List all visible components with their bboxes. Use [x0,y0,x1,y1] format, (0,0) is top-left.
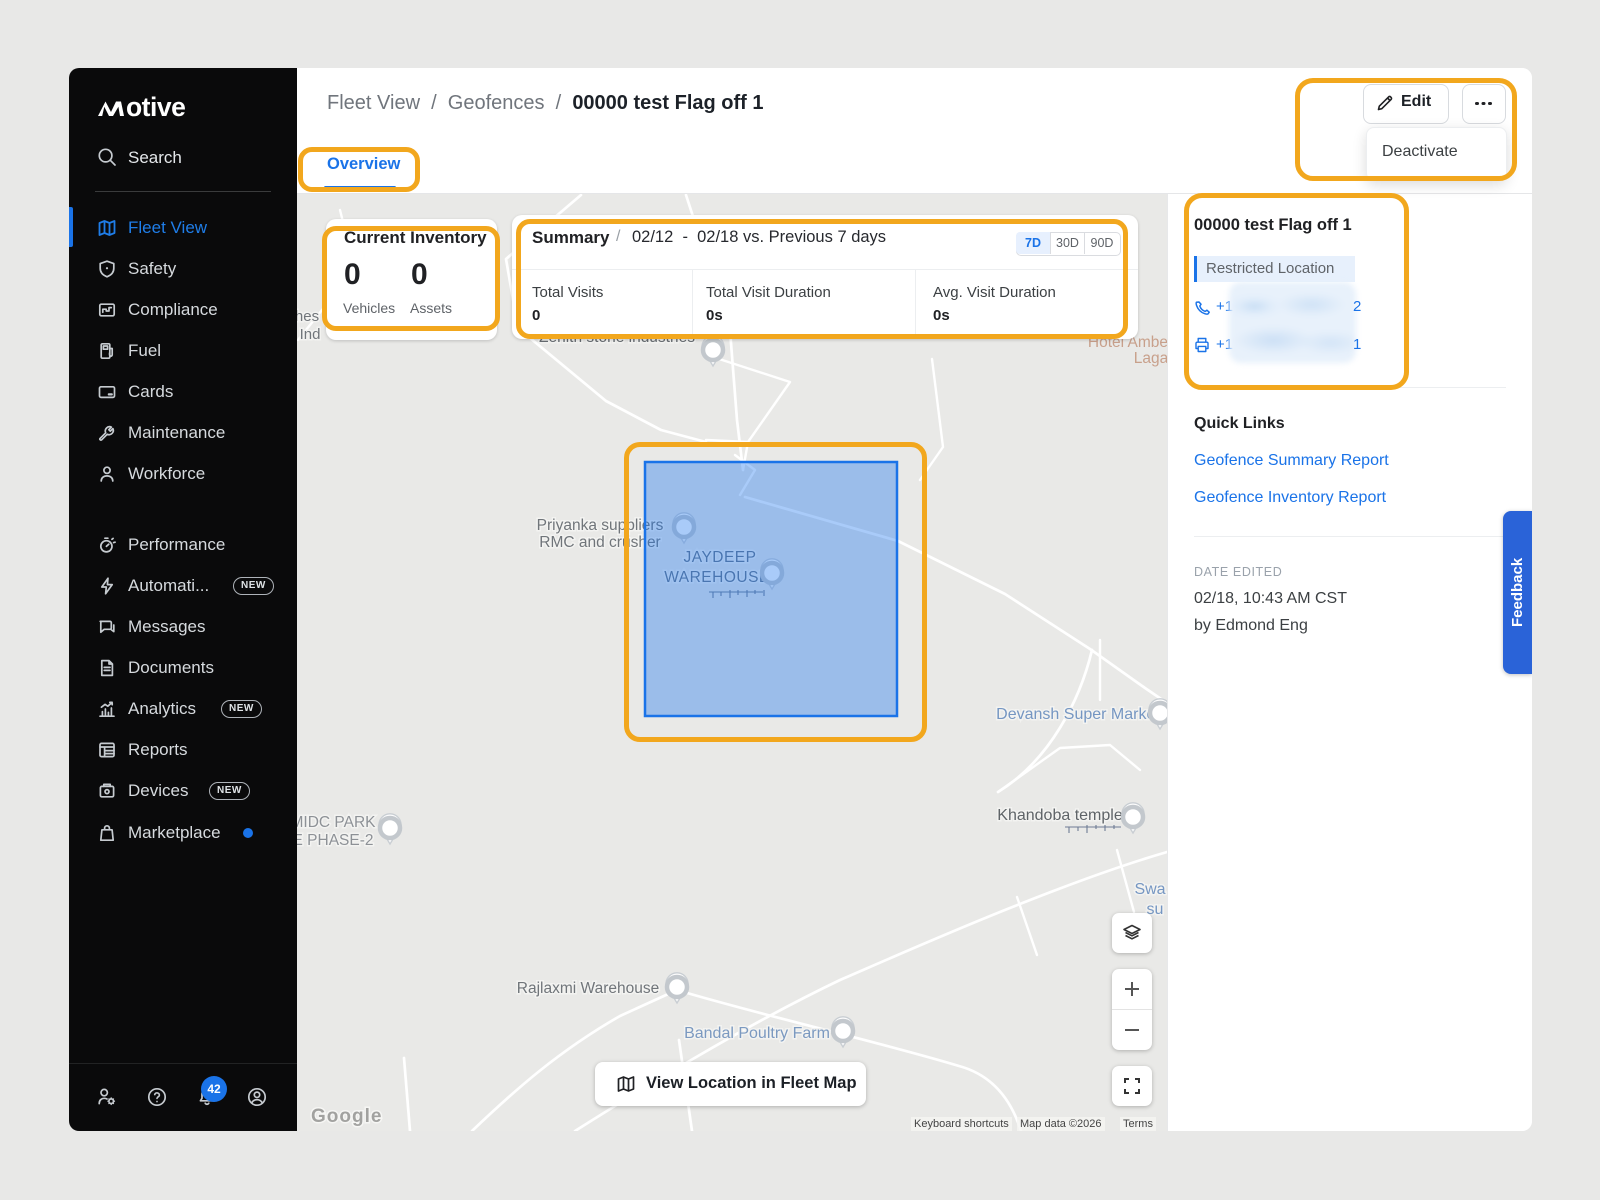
svg-text:Laga: Laga [1134,350,1167,367]
svg-text:Swa: Swa [1134,881,1165,898]
svg-text:E PHASE-2: E PHASE-2 [297,832,373,849]
svg-text:Devansh Super Market: Devansh Super Market [996,706,1160,723]
svg-text:Bandal Poultry Farm: Bandal Poultry Farm [684,1025,830,1042]
svg-text:Google: Google [311,1106,382,1127]
svg-text:Rajlaxmi Warehouse: Rajlaxmi Warehouse [517,980,659,997]
svg-text:otive: otive [126,92,185,120]
svg-text:RMC and crusher: RMC and crusher [539,534,660,551]
svg-text:hes: hes [297,308,319,325]
svg-text:Ind: Ind [300,326,321,343]
svg-text:MIDC PARK: MIDC PARK [297,814,376,831]
svg-text:Khandoba temple: Khandoba temple [997,807,1123,824]
